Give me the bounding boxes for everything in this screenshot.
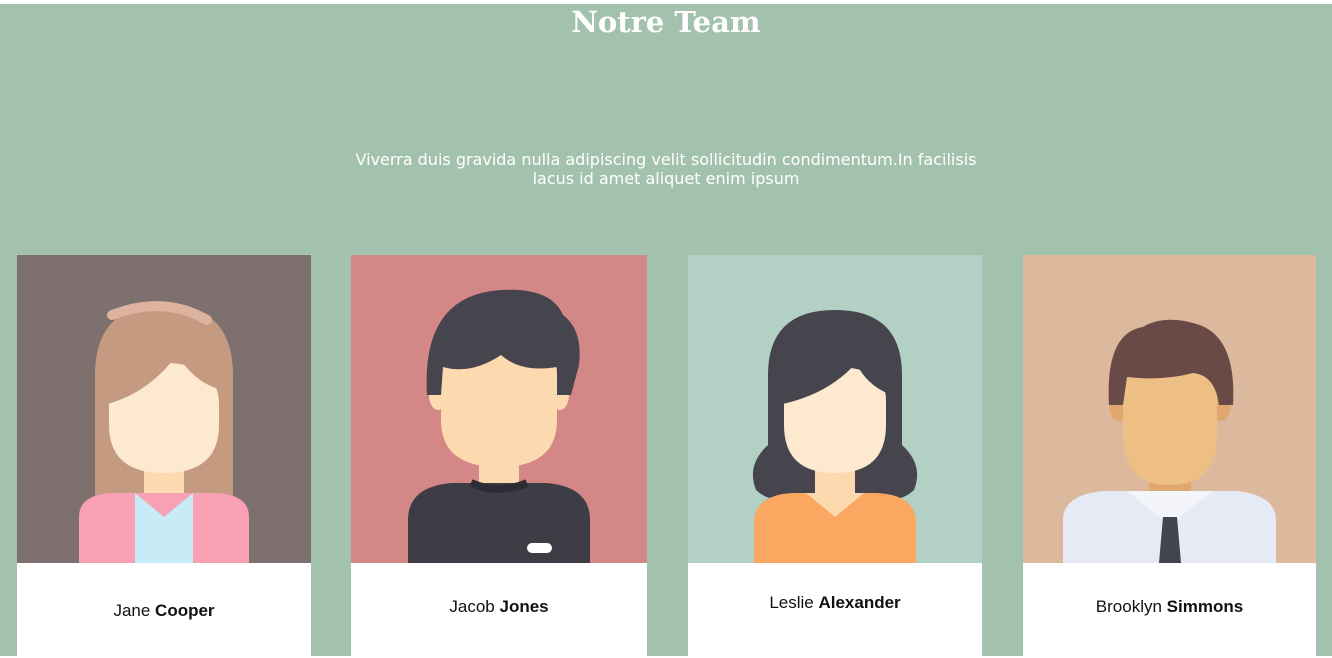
last-name: Cooper [155, 601, 215, 620]
subtitle-line-2: lacus id amet aliquet enim ipsum [532, 169, 800, 188]
team-member-name: Leslie Alexander [688, 593, 982, 613]
team-card-leslie-alexander[interactable]: Leslie Alexander [688, 255, 982, 656]
team-photo [17, 255, 311, 563]
team-member-name: Brooklyn Simmons [1023, 597, 1316, 617]
section-title: Notre Team [571, 5, 761, 39]
subtitle-line-1: Viverra duis gravida nulla adipiscing ve… [355, 150, 977, 169]
team-photo [688, 255, 982, 563]
section-subtitle: Viverra duis gravida nulla adipiscing ve… [346, 150, 986, 188]
first-name: Jacob [449, 597, 495, 616]
last-name: Jones [499, 597, 549, 616]
first-name: Leslie [769, 593, 814, 612]
last-name: Simmons [1166, 597, 1244, 616]
woman-long-hair-avatar [17, 255, 311, 563]
team-card-jane-cooper[interactable]: Jane Cooper [17, 255, 311, 656]
first-name: Jane [113, 601, 151, 620]
last-name: Alexander [818, 593, 901, 612]
team-photo [1023, 255, 1316, 563]
woman-dark-hair-avatar [688, 255, 982, 563]
team-photo [351, 255, 647, 563]
team-card-jacob-jones[interactable]: Jacob Jones [351, 255, 647, 656]
team-member-name: Jacob Jones [351, 597, 647, 617]
man-dark-sweater-avatar [351, 255, 647, 563]
team-card-brooklyn-simmons[interactable]: Brooklyn Simmons [1023, 255, 1316, 656]
man-shirt-tie-avatar [1023, 255, 1316, 563]
team-section: Notre Team Viverra duis gravida nulla ad… [0, 4, 1332, 656]
first-name: Brooklyn [1095, 597, 1162, 616]
team-member-name: Jane Cooper [17, 601, 311, 621]
